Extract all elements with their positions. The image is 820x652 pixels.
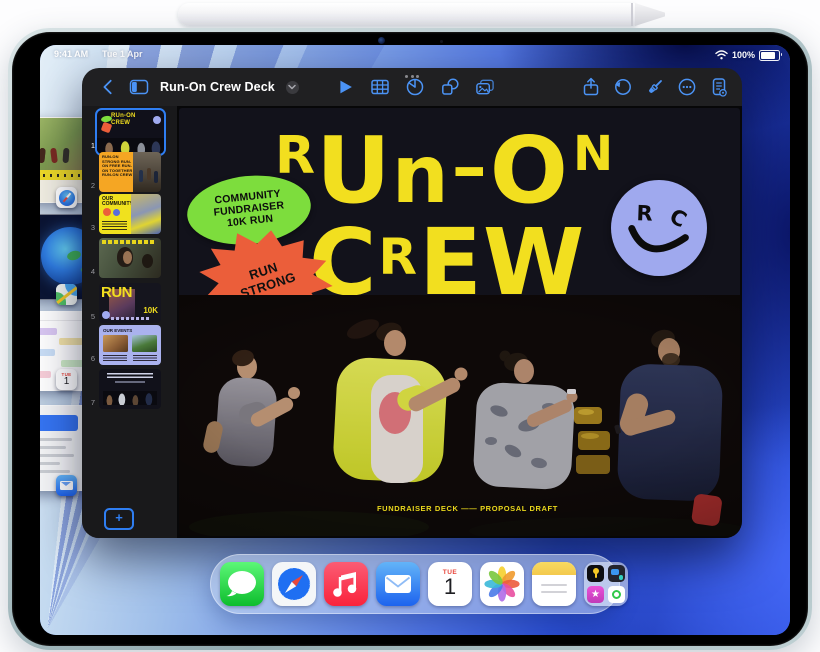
slide-thumbnail-4[interactable]: 4: [82, 238, 177, 278]
play-icon[interactable]: [335, 77, 355, 97]
ipad-screen: 9:41 AM Tue 1 Apr 100%: [40, 45, 790, 635]
undo-icon[interactable]: [613, 77, 633, 97]
add-slide-button[interactable]: +: [104, 508, 134, 530]
safari-icon[interactable]: [56, 187, 77, 208]
slide-thumbnail-6[interactable]: 6 OUR EVENTS: [82, 325, 177, 365]
photos-icon[interactable]: [480, 562, 524, 606]
record-app-icon: [608, 586, 625, 603]
mail-icon-dock[interactable]: [376, 562, 420, 606]
ambient-sensor: [440, 40, 443, 43]
more-icon[interactable]: [677, 77, 697, 97]
title-chevron-down-icon[interactable]: [286, 81, 299, 94]
slide-title-line2[interactable]: CREW: [309, 208, 585, 300]
runners-photo[interactable]: [179, 295, 740, 536]
apple-pencil: [178, 3, 636, 26]
presenter-notes-icon[interactable]: [709, 77, 729, 97]
status-date: Tue 1 Apr: [102, 49, 143, 59]
format-brush-icon[interactable]: [645, 77, 665, 97]
mail-icon[interactable]: [56, 475, 77, 496]
svg-text:C: C: [666, 204, 691, 232]
share-icon[interactable]: [581, 77, 601, 97]
status-time: 9:41 AM: [54, 49, 88, 59]
pin-app-icon: [587, 565, 604, 582]
current-slide[interactable]: RUn–ON CREW COMMUNITY FUNDRAISER 10K RUN: [179, 108, 740, 536]
keynote-toolbar: Run-On Crew Deck: [82, 68, 742, 106]
apple-pencil-seam: [631, 3, 633, 26]
mail-selected-row: [40, 415, 78, 431]
safari-icon-dock[interactable]: [272, 562, 316, 606]
table-icon[interactable]: [370, 77, 390, 97]
wifi-icon: [715, 50, 728, 60]
battery-icon: [759, 50, 780, 61]
ipad-bezel: 9:41 AM Tue 1 Apr 100%: [12, 32, 808, 646]
slide-thumbnail-2[interactable]: 2 RUN-ON STRONG RUN-ON FREE RUN-ON TOGET…: [82, 152, 177, 192]
music-icon[interactable]: [324, 562, 368, 606]
calendar-icon[interactable]: TUE 1: [56, 369, 77, 390]
app-folder-icon[interactable]: ★: [584, 562, 628, 606]
battery-percent: 100%: [732, 50, 755, 60]
slide-caption[interactable]: FUNDRAISER DECK —— PROPOSAL DRAFT: [377, 504, 558, 513]
status-bar: 9:41 AM Tue 1 Apr 100%: [40, 48, 790, 62]
svg-text:R: R: [636, 201, 653, 226]
ipad-device: 9:41 AM Tue 1 Apr 100%: [8, 28, 812, 650]
slide-thumbnail-5[interactable]: 5 RUN 10K: [82, 283, 177, 323]
keynote-window: Run-On Crew Deck: [82, 68, 742, 538]
chart-icon[interactable]: [405, 77, 425, 97]
slide-thumbnail-1[interactable]: 1 RUn-ONCREW: [82, 108, 177, 154]
slide-canvas[interactable]: RUn–ON CREW COMMUNITY FUNDRAISER 10K RUN: [177, 106, 742, 538]
slides-sidebar: 1 RUn-ONCREW 2 RUN-ON STRONG RUN-ON FREE…: [82, 106, 178, 538]
slide-title-line1[interactable]: RUn–ON: [275, 122, 614, 208]
media-icon[interactable]: [475, 77, 495, 97]
back-icon[interactable]: [98, 77, 118, 97]
star-app-icon: ★: [587, 586, 604, 603]
calendar-icon-dock[interactable]: TUE 1: [428, 562, 472, 606]
slide-thumbnail-7[interactable]: 7: [82, 369, 177, 409]
camera-app-icon: [608, 565, 625, 582]
messages-icon[interactable]: [220, 562, 264, 606]
maps-icon[interactable]: [56, 284, 77, 305]
dock: TUE 1: [210, 554, 620, 614]
rc-smiley-badge[interactable]: R C: [611, 180, 707, 276]
apple-pencil-tip: [635, 3, 665, 26]
document-title[interactable]: Run-On Crew Deck: [160, 80, 275, 94]
slide-thumbnail-3[interactable]: 3 OUR COMMUNITY: [82, 194, 177, 234]
shapes-icon[interactable]: [440, 77, 460, 97]
slides-panel-icon[interactable]: [129, 77, 149, 97]
front-camera: [378, 37, 385, 44]
notes-icon[interactable]: [532, 562, 576, 606]
